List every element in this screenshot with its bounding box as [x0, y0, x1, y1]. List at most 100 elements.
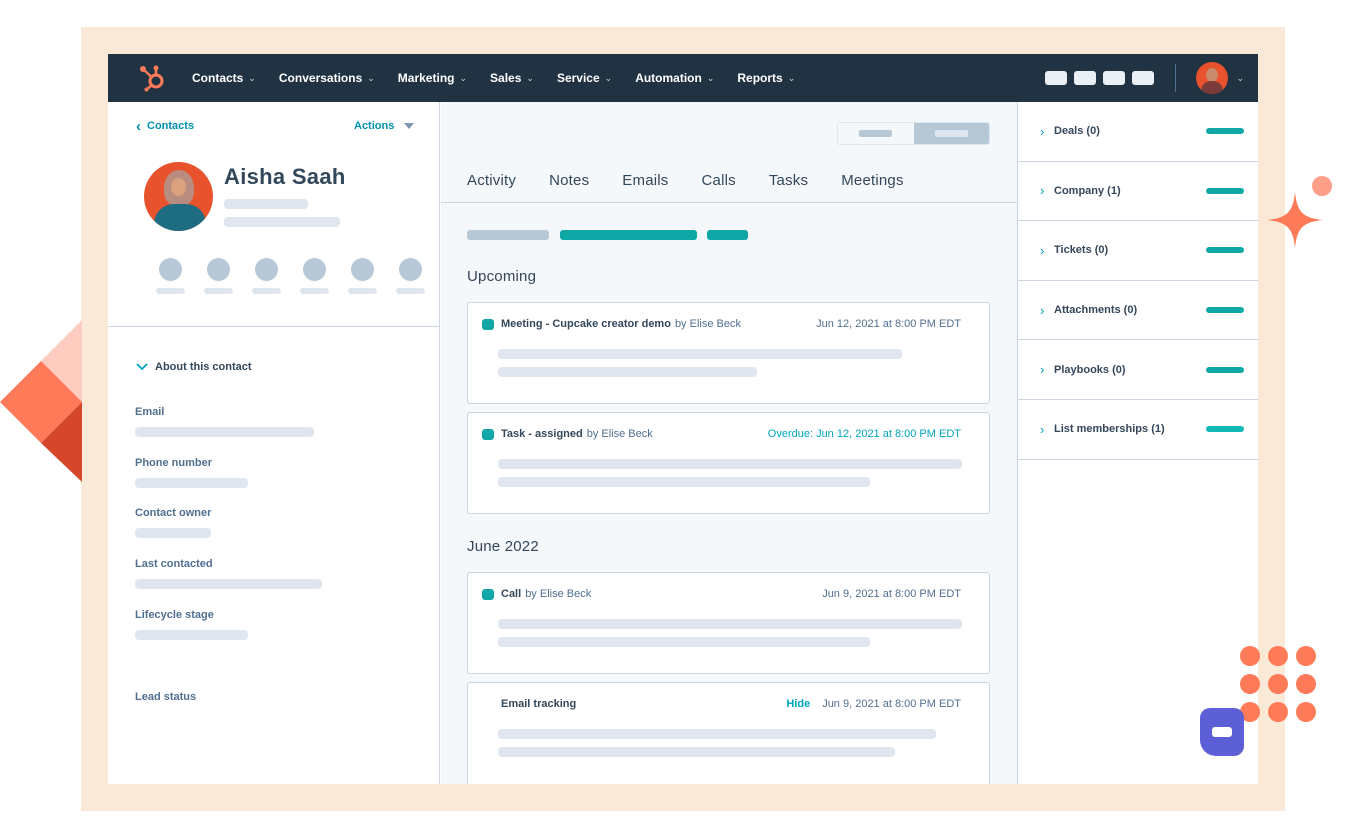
card-date: Jun 9, 2021 at 8:00 PM EDT [822, 588, 961, 600]
filter-chip-active[interactable] [560, 230, 697, 240]
timeline-tabs: Activity Notes Emails Calls Tasks Meetin… [467, 172, 937, 189]
quick-action-button[interactable] [300, 258, 329, 294]
property-label-lead-status: Lead status [135, 691, 197, 703]
nav-item-label: Marketing [397, 71, 455, 85]
contact-sidebar: ‹ Contacts Actions Aisha Saah About this [108, 102, 440, 784]
association-deals[interactable]: › Deals (0) [1018, 102, 1258, 162]
chevron-down-icon: ⌄ [248, 72, 256, 83]
user-avatar[interactable] [1196, 62, 1229, 94]
association-tickets[interactable]: › Tickets (0) [1018, 221, 1258, 281]
association-action-bar[interactable] [1206, 187, 1244, 194]
placeholder-line [498, 747, 895, 757]
card-overdue-date: Overdue: Jun 12, 2021 at 8:00 PM EDT [767, 428, 961, 440]
card-author: by Elise Beck [674, 318, 741, 330]
property-value-phone[interactable] [135, 478, 248, 488]
quick-actions [156, 258, 425, 294]
filter-chip[interactable] [467, 230, 549, 240]
chevron-down-icon: ⌄ [604, 72, 613, 83]
association-label: Company (1) [1054, 184, 1121, 197]
filter-chip-active[interactable] [707, 230, 748, 240]
quick-action-button[interactable] [252, 258, 281, 294]
placeholder-line [224, 199, 308, 209]
property-value-owner[interactable] [135, 528, 211, 538]
hubspot-logo-icon[interactable] [138, 63, 168, 93]
association-attachments[interactable]: › Attachments (0) [1018, 281, 1258, 341]
nav-item-automation[interactable]: Automation ⌄ [635, 71, 714, 85]
placeholder-line [498, 619, 962, 629]
timeline-card-email-tracking[interactable]: Email tracking Hide Jun 9, 2021 at 8:00 … [467, 682, 990, 784]
tab-calls[interactable]: Calls [702, 172, 736, 189]
decorative-dot [1312, 176, 1332, 196]
caret-down-icon [404, 123, 415, 129]
association-list-memberships[interactable]: › List memberships (1) [1018, 400, 1258, 460]
placeholder-line [498, 367, 757, 377]
tab-meetings[interactable]: Meetings [841, 172, 903, 189]
chat-widget-button[interactable] [1200, 708, 1244, 756]
activity-timeline: Activity Notes Emails Calls Tasks Meetin… [441, 102, 1017, 784]
nav-item-reports[interactable]: Reports ⌄ [737, 71, 795, 85]
view-toggle-option-active[interactable] [913, 123, 989, 144]
quick-action-button[interactable] [204, 258, 233, 294]
association-action-bar[interactable] [1206, 247, 1244, 254]
quick-action-button[interactable] [348, 258, 377, 294]
quick-action-button[interactable] [156, 258, 185, 294]
card-author: by Elise Beck [525, 588, 592, 600]
nav-item-conversations[interactable]: Conversations ⌄ [279, 71, 375, 85]
association-action-bar[interactable] [1206, 307, 1244, 314]
nav-item-label: Automation [635, 71, 702, 85]
card-title: Task - assigned [501, 428, 583, 440]
chevron-down-icon[interactable]: ⌄ [1236, 73, 1244, 84]
association-action-bar[interactable] [1206, 128, 1244, 135]
nav-item-label: Conversations [278, 71, 363, 85]
nav-utilities: ⌄ [1045, 54, 1258, 102]
property-label-phone: Phone number [135, 457, 213, 469]
chevron-down-icon: ⌄ [367, 72, 375, 83]
association-company[interactable]: › Company (1) [1018, 162, 1258, 222]
back-to-contacts-link[interactable]: ‹ Contacts [136, 119, 194, 134]
nav-divider [1175, 64, 1177, 92]
hide-link[interactable]: Hide [786, 698, 810, 710]
nav-utility-button[interactable] [1045, 71, 1068, 85]
tab-notes[interactable]: Notes [549, 172, 589, 189]
chevron-down-icon: ⌄ [787, 72, 796, 83]
association-action-bar[interactable] [1206, 366, 1244, 373]
chevron-down-icon: ⌄ [526, 72, 534, 83]
associations-panel: › Deals (0) › Company (1) › Tickets (0) … [1017, 102, 1258, 784]
nav-item-service[interactable]: Service ⌄ [557, 71, 612, 85]
quick-action-button[interactable] [396, 258, 425, 294]
tab-activity[interactable]: Activity [467, 172, 516, 189]
section-title-june-2022: June 2022 [467, 538, 539, 555]
association-label: Deals (0) [1054, 125, 1100, 138]
nav-item-marketing[interactable]: Marketing ⌄ [398, 71, 467, 85]
tab-emails[interactable]: Emails [622, 172, 668, 189]
timeline-card-meeting[interactable]: Meeting - Cupcake creator demo by Elise … [467, 302, 990, 404]
view-toggle-option[interactable] [838, 123, 914, 144]
property-label-lifecycle: Lifecycle stage [135, 609, 214, 621]
nav-utility-button[interactable] [1132, 71, 1155, 85]
chat-icon [1212, 727, 1232, 737]
nav-utility-button[interactable] [1103, 71, 1126, 85]
section-title-upcoming: Upcoming [467, 268, 537, 285]
nav-menu: Contacts ⌄ Conversations ⌄ Marketing ⌄ Sale… [192, 71, 818, 85]
association-playbooks[interactable]: › Playbooks (0) [1018, 340, 1258, 400]
placeholder-line [498, 477, 870, 487]
nav-utility-button[interactable] [1074, 71, 1097, 85]
property-value-lifecycle[interactable] [135, 630, 248, 640]
nav-item-contacts[interactable]: Contacts ⌄ [192, 71, 256, 85]
property-value-last-contacted[interactable] [135, 579, 322, 589]
property-label-last-contacted: Last contacted [135, 558, 213, 570]
actions-dropdown[interactable]: Actions [354, 120, 415, 132]
tab-tasks[interactable]: Tasks [769, 172, 808, 189]
card-title: Email tracking [501, 698, 577, 710]
timeline-card-task[interactable]: Task - assigned by Elise Beck Overdue: J… [467, 412, 990, 514]
association-label: List memberships (1) [1054, 423, 1165, 436]
property-value-email[interactable] [135, 427, 314, 437]
placeholder-line [498, 459, 962, 469]
nav-item-label: Reports [737, 71, 783, 85]
association-action-bar[interactable] [1206, 426, 1244, 433]
timeline-card-call[interactable]: Call by Elise Beck Jun 9, 2021 at 8:00 P… [467, 572, 990, 674]
about-contact-toggle[interactable]: About this contact [136, 360, 252, 374]
nav-item-sales[interactable]: Sales ⌄ [490, 71, 534, 85]
about-contact-label: About this contact [155, 361, 252, 373]
